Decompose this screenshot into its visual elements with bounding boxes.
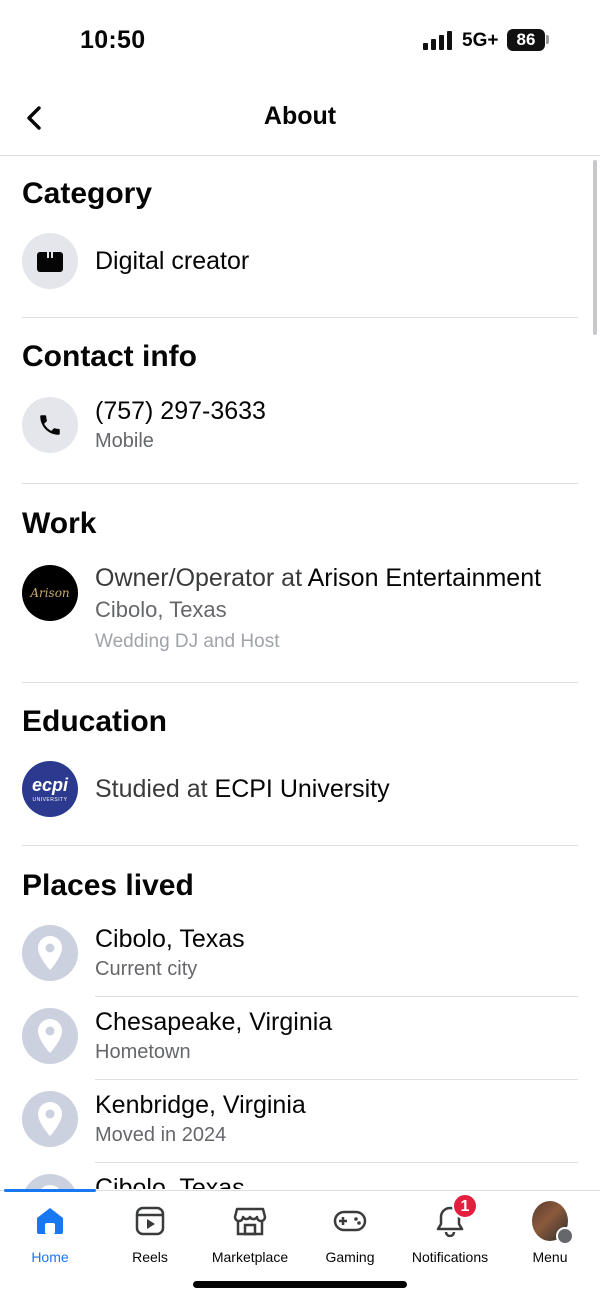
work-title: Work [22,507,97,540]
tab-label: Notifications [411,1249,489,1265]
tab-label: Home [31,1249,69,1265]
home-icon [32,1203,68,1239]
reels-icon [132,1203,168,1239]
place-name: Kenbridge, Virginia [95,1091,306,1119]
school-logo-text: ecpi [31,774,69,795]
avatar [532,1201,574,1245]
school-logo-subtext: UNIVERSITY [32,796,68,803]
divider [95,996,578,997]
tab-home[interactable]: Home [0,1203,105,1265]
divider [95,1162,578,1163]
category-row[interactable]: Digital creator [22,233,578,289]
battery-nub [546,35,549,44]
phone-icon [22,397,78,453]
category-section: Category Digital creator [0,157,600,289]
place-item[interactable]: Cibolo, Texas Current city [0,925,600,983]
tab-label: Marketplace [211,1249,289,1265]
contact-title: Contact info [22,340,197,373]
tab-menu[interactable]: Menu [495,1201,600,1265]
places-section: Places lived [0,846,600,904]
menu-avatar [532,1201,574,1245]
tab-reels[interactable]: Reels [95,1203,205,1265]
place-item[interactable]: Kenbridge, Virginia Moved in 2024 [0,1091,600,1149]
gaming-icon [332,1203,368,1239]
marketplace-icon [232,1203,268,1239]
battery-icon: 86 [507,29,545,51]
tab-label: Reels [132,1249,168,1265]
place-detail: Current city [95,958,198,980]
place-item[interactable]: Chesapeake, Virginia Hometown [0,1008,600,1066]
education-section: Education ecpi UNIVERSITY Studied at ECP… [0,683,600,817]
school-logo: ecpi UNIVERSITY [22,761,78,817]
tab-label: Gaming [325,1249,375,1265]
divider [95,1079,578,1080]
bell-icon: 1 [432,1193,478,1239]
map-pin-icon [22,1091,78,1147]
school-link[interactable]: ECPI University [215,775,390,803]
contact-section: Contact info (757) 297-3633 Mobile [0,318,600,455]
menu-lines-icon [556,1227,574,1245]
education-row[interactable]: ecpi UNIVERSITY Studied at ECPI Universi… [22,761,578,817]
map-pin-icon [22,1174,78,1189]
work-row[interactable]: Arison Owner/Operator at Arison Entertai… [22,563,578,657]
phone-row[interactable]: (757) 297-3633 Mobile [22,397,578,455]
tab-notifications[interactable]: 1 Notifications [395,1193,505,1265]
place-detail: Hometown [95,1041,191,1063]
category-title: Category [22,177,153,210]
signal-icon [423,31,452,50]
map-pin-icon [22,1008,78,1064]
category-value: Digital creator [95,247,250,275]
education-text: Studied at ECPI University [95,773,390,805]
places-title: Places lived [22,869,194,902]
education-title: Education [22,705,168,738]
status-time: 10:50 [80,26,146,54]
tab-label: Menu [532,1249,568,1265]
page-title: About [263,102,337,130]
network-label: 5G+ [462,30,499,51]
work-role: Owner/Operator at Arison Entertainment [95,562,541,594]
work-location: Cibolo, Texas [95,597,227,622]
briefcase-icon [22,233,78,289]
about-content: Category Digital creator Contact info (7… [0,157,600,1189]
place-name: Cibolo, Texas [95,925,245,953]
status-bar: 10:50 5G+ 86 [0,0,600,80]
place-detail: Moved in 2024 [95,1124,227,1146]
education-prefix: Studied at [95,775,215,803]
home-indicator [193,1281,407,1288]
tab-gaming[interactable]: Gaming [295,1203,405,1265]
nav-bar: About [0,80,600,156]
work-role-prefix: Owner/Operator at [95,564,308,592]
phone-type: Mobile [95,430,154,452]
company-logo: Arison [22,565,78,621]
work-company-link[interactable]: Arison Entertainment [308,564,541,592]
map-pin-icon [22,925,78,981]
tab-marketplace[interactable]: Marketplace [195,1203,305,1265]
notification-badge: 1 [452,1193,478,1219]
place-name: Cibolo, Texas [95,1174,245,1189]
place-name: Chesapeake, Virginia [95,1008,333,1036]
work-description: Wedding DJ and Host [95,631,280,652]
active-tab-indicator [4,1189,96,1192]
company-logo-text: Arison [30,586,70,600]
work-section: Work Arison Owner/Operator at Arison Ent… [0,484,600,657]
phone-number[interactable]: (757) 297-3633 [95,395,266,427]
place-item[interactable]: Cibolo, Texas [0,1174,600,1189]
